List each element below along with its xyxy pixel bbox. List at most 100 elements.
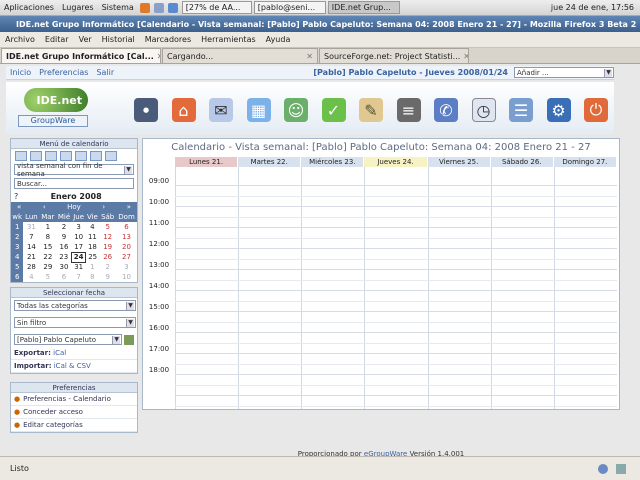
menu-herramientas[interactable]: Herramientas: [196, 35, 261, 44]
mini-cal-day[interactable]: 2: [56, 222, 72, 232]
mini-cal-day[interactable]: 9: [56, 232, 72, 242]
contacts-icon[interactable]: ☺: [284, 98, 308, 122]
day-column[interactable]: [364, 167, 427, 409]
day-header[interactable]: Miércoles 23.: [301, 157, 364, 167]
day-column[interactable]: [175, 167, 238, 409]
filter-select[interactable]: Sin filtro ▼: [14, 317, 136, 328]
mini-cal-day[interactable]: 24: [71, 251, 86, 263]
day-header[interactable]: Viernes 25.: [427, 157, 490, 167]
cms-icon[interactable]: ●: [134, 98, 158, 122]
view-select[interactable]: vista semanal con fin de semana ▼: [14, 162, 134, 178]
mini-cal-day[interactable]: 22: [39, 252, 56, 262]
close-tab-icon[interactable]: ✕: [154, 52, 160, 61]
mini-cal-day[interactable]: 3: [116, 262, 137, 272]
day-view-icon[interactable]: [30, 151, 42, 161]
mini-cal-day[interactable]: 29: [39, 262, 56, 272]
skype-status-icon[interactable]: [598, 463, 608, 474]
tasks-icon[interactable]: ✓: [321, 98, 346, 122]
edit-categories-link[interactable]: ● Editar categorías: [11, 419, 137, 432]
select-date-title[interactable]: Seleccionar fecha: [11, 288, 137, 298]
mini-cal-day[interactable]: 12: [99, 232, 116, 242]
day-header[interactable]: Jueves 24.: [364, 157, 427, 167]
menu-marcadores[interactable]: Marcadores: [140, 35, 196, 44]
menu-places[interactable]: Lugares: [58, 3, 98, 12]
mini-cal-day[interactable]: 13: [116, 232, 137, 242]
day-column[interactable]: [553, 167, 617, 409]
week-number[interactable]: 5: [11, 262, 24, 272]
mini-cal-day[interactable]: 9: [99, 272, 116, 282]
settings-icon[interactable]: ⚙: [546, 98, 571, 122]
day-header[interactable]: Domingo 27.: [553, 157, 616, 167]
new-event-icon[interactable]: [15, 151, 27, 161]
mini-cal-day[interactable]: 7: [23, 232, 39, 242]
home-icon[interactable]: ⌂: [171, 98, 196, 122]
mini-cal-day[interactable]: 6: [56, 272, 72, 282]
browser-tab-loading[interactable]: Cargando... ✕: [162, 48, 318, 63]
week-number[interactable]: 2: [11, 232, 24, 242]
export-ical-link[interactable]: iCal: [53, 349, 66, 357]
nav-salir[interactable]: Salir: [92, 68, 118, 77]
projects-icon[interactable]: ≡: [396, 98, 421, 122]
mini-cal-day[interactable]: 28: [23, 262, 39, 272]
mini-cal-day[interactable]: 15: [39, 242, 56, 252]
list-view-icon[interactable]: [90, 151, 102, 161]
search-input[interactable]: Buscar...: [14, 178, 134, 189]
taskbar-button-firefox[interactable]: IDE.net Grup...: [327, 1, 400, 14]
mini-cal-day[interactable]: 19: [99, 242, 116, 252]
browser-tab-sourceforge[interactable]: SourceForge.net: Project Statisti...✕: [319, 48, 469, 63]
mini-cal-day[interactable]: 26: [99, 252, 116, 262]
menu-editar[interactable]: Editar: [40, 35, 74, 44]
planner-view-icon[interactable]: [75, 151, 87, 161]
day-column[interactable]: [427, 167, 491, 409]
day-header[interactable]: Sábado 26.: [490, 157, 553, 167]
menu-ayuda[interactable]: Ayuda: [261, 35, 296, 44]
help-launcher-icon[interactable]: [167, 2, 178, 13]
mini-cal-day[interactable]: 10: [116, 272, 137, 282]
print-icon[interactable]: [105, 151, 117, 161]
menu-archivo[interactable]: Archivo: [0, 35, 40, 44]
day-column[interactable]: [238, 167, 301, 409]
today-link[interactable]: Hoy: [67, 203, 81, 211]
category-select[interactable]: Todas las categorías ▼: [14, 300, 136, 311]
mini-cal-day[interactable]: 6: [116, 222, 137, 232]
mini-cal-day[interactable]: 8: [86, 272, 100, 282]
mini-cal-day[interactable]: 2: [99, 262, 116, 272]
mini-cal-day[interactable]: 25: [86, 252, 100, 262]
mini-cal-day[interactable]: 27: [116, 252, 137, 262]
mini-cal-day[interactable]: 1: [39, 222, 56, 232]
email-icon[interactable]: ✉: [209, 98, 233, 122]
mini-cal-day[interactable]: 20: [116, 242, 137, 252]
day-column[interactable]: [490, 167, 554, 409]
menu-system[interactable]: Sistema: [98, 3, 138, 12]
mini-cal-day[interactable]: 16: [56, 242, 72, 252]
week-view-icon[interactable]: [45, 151, 57, 161]
help-icon[interactable]: ?: [14, 192, 18, 201]
menu-historial[interactable]: Historial: [97, 35, 140, 44]
mini-cal-day[interactable]: 14: [23, 242, 39, 252]
mini-cal-day[interactable]: 23: [56, 252, 72, 262]
mini-cal-day[interactable]: 17: [72, 242, 86, 252]
next-month-icon[interactable]: ›: [102, 203, 105, 211]
owner-select[interactable]: [Pablo] Pablo Capeluto ▼: [14, 334, 123, 345]
next-year-icon[interactable]: »: [127, 203, 131, 211]
nav-preferencias[interactable]: Preferencias: [35, 68, 92, 77]
grant-access-link[interactable]: ● Conceder acceso: [11, 406, 137, 419]
menu-applications[interactable]: Aplicaciones: [0, 3, 58, 12]
day-header[interactable]: Martes 22.: [238, 157, 301, 167]
mini-cal-day[interactable]: 10: [72, 232, 86, 242]
day-header[interactable]: Lunes 21.: [175, 157, 238, 167]
mini-cal-day[interactable]: 30: [56, 262, 72, 272]
pref-calendar-link[interactable]: ● Preferencias - Calendario: [11, 393, 137, 406]
mini-cal-day[interactable]: 11: [86, 232, 100, 242]
week-number[interactable]: 6: [11, 272, 24, 282]
mini-cal-day[interactable]: 21: [23, 252, 39, 262]
week-number[interactable]: 1: [11, 222, 24, 232]
mini-cal-day[interactable]: 4: [86, 222, 100, 232]
taskbar-button-download[interactable]: [27% de AA...: [181, 1, 252, 14]
week-number[interactable]: 3: [11, 242, 24, 252]
mini-cal-day[interactable]: 5: [99, 222, 116, 232]
nav-inicio[interactable]: Inicio: [6, 68, 35, 77]
prev-year-icon[interactable]: «: [17, 203, 21, 211]
mini-cal-day[interactable]: 31: [72, 262, 86, 272]
add-select[interactable]: Añadir ... ▼: [514, 67, 614, 78]
